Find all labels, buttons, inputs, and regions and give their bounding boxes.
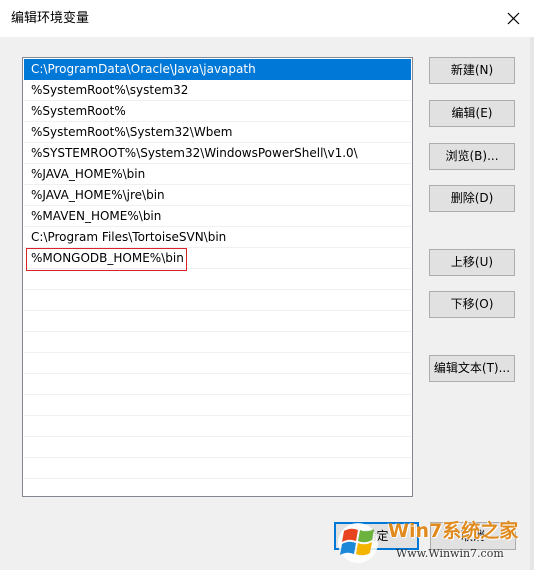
- empty-list-row[interactable]: [24, 395, 411, 416]
- edit-button[interactable]: 编辑(E): [429, 100, 515, 127]
- window-edge: [530, 37, 534, 570]
- cancel-button[interactable]: 取消: [430, 522, 516, 550]
- list-item[interactable]: %SystemRoot%\System32\Wbem: [24, 122, 411, 143]
- list-item[interactable]: %JAVA_HOME%\bin: [24, 164, 411, 185]
- ok-button[interactable]: 确定: [334, 522, 419, 550]
- list-item[interactable]: %SystemRoot%: [24, 101, 411, 122]
- list-item[interactable]: %MAVEN_HOME%\bin: [24, 206, 411, 227]
- list-item-text: C:\ProgramData\Oracle\Java\javapath: [31, 62, 256, 76]
- delete-button[interactable]: 删除(D): [429, 185, 515, 212]
- empty-list-row[interactable]: [24, 416, 411, 437]
- list-item[interactable]: C:\ProgramData\Oracle\Java\javapath: [24, 59, 411, 80]
- list-item-text: %MAVEN_HOME%\bin: [31, 209, 162, 223]
- empty-list-row[interactable]: [24, 332, 411, 353]
- empty-list-row[interactable]: [24, 311, 411, 332]
- edit-text-button[interactable]: 编辑文本(T)...: [429, 355, 515, 382]
- list-item-text: %JAVA_HOME%\jre\bin: [31, 188, 165, 202]
- list-item-text: C:\Program Files\TortoiseSVN\bin: [31, 230, 227, 244]
- close-icon: [507, 12, 520, 25]
- empty-list-row[interactable]: [24, 458, 411, 479]
- list-item-text: %SystemRoot%\system32: [31, 83, 189, 97]
- empty-list-row[interactable]: [24, 290, 411, 311]
- list-item[interactable]: C:\Program Files\TortoiseSVN\bin: [24, 227, 411, 248]
- list-item-text: %SYSTEMROOT%\System32\WindowsPowerShell\…: [31, 146, 358, 160]
- empty-list-row[interactable]: [24, 353, 411, 374]
- edit-environment-variable-dialog: 编辑环境变量 C:\ProgramData\Oracle\Java\javapa…: [0, 0, 534, 570]
- list-item[interactable]: %SYSTEMROOT%\System32\WindowsPowerShell\…: [24, 143, 411, 164]
- list-item-text: %MONGODB_HOME%\bin: [31, 251, 184, 265]
- title-bar: 编辑环境变量: [0, 0, 534, 37]
- empty-list-row[interactable]: [24, 437, 411, 458]
- empty-list-row[interactable]: [24, 374, 411, 395]
- move-down-button[interactable]: 下移(O): [429, 291, 515, 318]
- list-item[interactable]: %JAVA_HOME%\jre\bin: [24, 185, 411, 206]
- list-item-text: %JAVA_HOME%\bin: [31, 167, 146, 181]
- browse-button[interactable]: 浏览(B)...: [429, 143, 515, 170]
- move-up-button[interactable]: 上移(U): [429, 249, 515, 276]
- empty-list-row[interactable]: [24, 269, 411, 290]
- list-item-text: %SystemRoot%: [31, 104, 126, 118]
- dialog-title: 编辑环境变量: [11, 11, 90, 26]
- list-item-text: %SystemRoot%\System32\Wbem: [31, 125, 233, 139]
- list-item[interactable]: %SystemRoot%\system32: [24, 80, 411, 101]
- close-button[interactable]: [498, 4, 530, 34]
- list-item[interactable]: %MONGODB_HOME%\bin: [24, 248, 411, 269]
- path-list[interactable]: C:\ProgramData\Oracle\Java\javapath %Sys…: [22, 57, 413, 497]
- new-button[interactable]: 新建(N): [429, 57, 515, 84]
